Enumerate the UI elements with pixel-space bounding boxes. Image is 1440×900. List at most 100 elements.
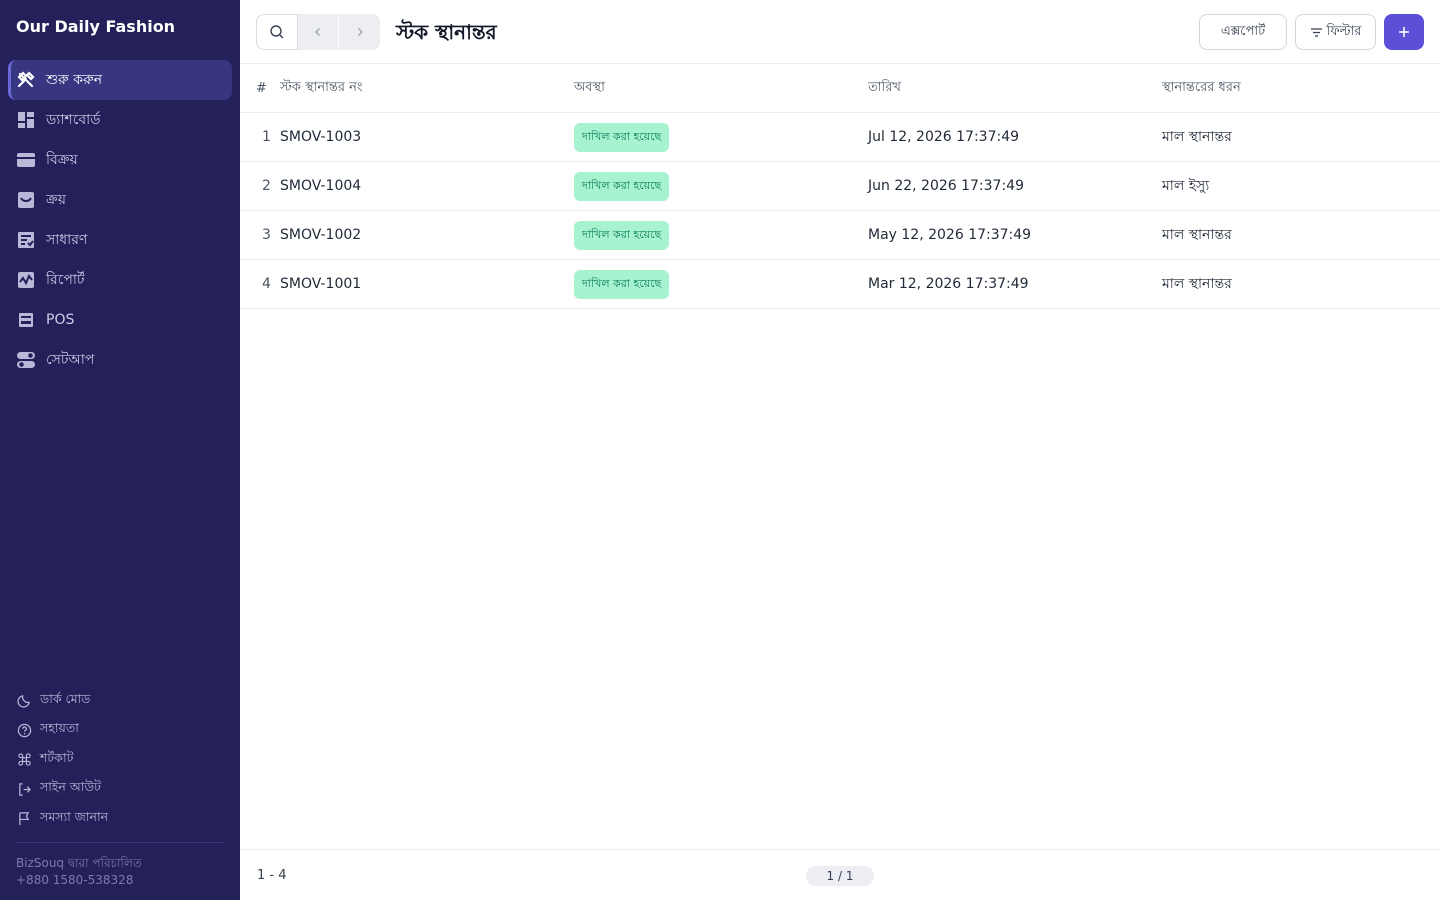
date: May 12, 2026 17:37:49 — [868, 227, 1032, 243]
row-range: 1 - 4 — [257, 868, 287, 883]
chart-icon — [16, 270, 36, 290]
plus-icon — [1399, 27, 1409, 37]
status-cell: দাখিল করা হয়েছে — [574, 113, 670, 161]
powered-by-text: BizSouq দ্বারা পরিচালিত — [16, 856, 142, 870]
row-index: 1 — [262, 129, 271, 145]
status-cell: দাখিল করা হয়েছে — [574, 260, 670, 308]
pagination[interactable]: 1 / 1 — [806, 866, 874, 886]
transfer-no: SMOV-1004 — [280, 178, 362, 194]
chevron-left-icon — [315, 28, 320, 36]
transfer-no: SMOV-1002 — [280, 227, 362, 243]
shortcuts-label: শর্টকাট — [40, 749, 74, 765]
forward-button[interactable] — [339, 14, 380, 50]
date: Jul 12, 2026 17:37:49 — [868, 129, 1020, 145]
sign-out-button[interactable]: সাইন আউট — [16, 775, 224, 805]
help-icon — [16, 722, 32, 738]
sidebar-item-label: ক্রয় — [46, 192, 66, 208]
transfer-type: মাল স্থানান্তর — [1162, 276, 1232, 292]
sidebar-divider — [16, 842, 224, 843]
sidebar-item-label: ড্যাশবোর্ড — [46, 112, 101, 128]
sidebar-item-setup[interactable]: সেটআপ — [8, 340, 232, 380]
status-cell: দাখিল করা হয়েছে — [574, 162, 670, 210]
tools-icon — [16, 70, 36, 90]
sidebar-item-get-started[interactable]: শুরু করুন — [8, 60, 232, 100]
table-row[interactable]: 1 SMOV-1003 দাখিল করা হয়েছে Jul 12, 202… — [240, 113, 1440, 162]
status-badge: দাখিল করা হয়েছে — [574, 171, 670, 201]
toggle-icon — [16, 350, 36, 370]
row-index: 2 — [262, 178, 271, 194]
sidebar-bottom-links: ডার্ক মোড সহায়তা শর্টকাট সাইন আউট সমস্য… — [16, 686, 224, 834]
help-label: সহায়তা — [40, 720, 79, 736]
sidebar-item-dashboard[interactable]: ড্যাশবোর্ড — [8, 100, 232, 140]
transfer-type: মাল স্থানান্তর — [1162, 129, 1232, 145]
table-header: # স্টক স্থানান্তর নং অবস্থা তারিখ স্থানা… — [240, 64, 1440, 113]
inbox-icon — [16, 190, 36, 210]
help-button[interactable]: সহায়তা — [16, 716, 224, 746]
row-index: 4 — [262, 276, 271, 292]
transfer-no: SMOV-1003 — [280, 129, 362, 145]
command-icon — [16, 752, 32, 768]
pos-icon — [16, 310, 36, 330]
sidebar-item-label: শুরু করুন — [46, 72, 103, 88]
sidebar-item-label: POS — [46, 312, 75, 328]
status-cell: দাখিল করা হয়েছে — [574, 211, 670, 259]
add-button[interactable] — [1384, 14, 1424, 50]
sidebar-item-sales[interactable]: বিক্রয় — [8, 140, 232, 180]
support-phone: +880 1580-538328 — [16, 873, 134, 887]
table-row[interactable]: 2 SMOV-1004 দাখিল করা হয়েছে Jun 22, 202… — [240, 162, 1440, 211]
status-badge: দাখিল করা হয়েছে — [574, 269, 670, 299]
card-icon — [16, 150, 36, 170]
sidebar-item-label: সাধারণ — [46, 232, 88, 248]
dark-mode-label: ডার্ক মোড — [40, 690, 91, 706]
status-badge: দাখিল করা হয়েছে — [574, 122, 670, 152]
flag-icon — [16, 811, 32, 827]
moon-icon — [16, 693, 32, 709]
search-button[interactable] — [256, 14, 298, 50]
main-content: স্টক স্থানান্তর এক্সপোর্ট ফিল্টার # স্টক… — [240, 0, 1440, 900]
top-bar: স্টক স্থানান্তর এক্সপোর্ট ফিল্টার — [240, 0, 1440, 64]
column-status[interactable]: অবস্থা — [574, 64, 605, 112]
filter-label: ফিল্টার — [1326, 23, 1362, 39]
transfer-no: SMOV-1001 — [280, 276, 362, 292]
brand-name: Our Daily Fashion — [16, 17, 176, 36]
ledger-icon — [16, 230, 36, 250]
sidebar-item-purchase[interactable]: ক্রয় — [8, 180, 232, 220]
column-transfer-type[interactable]: স্থানান্তরের ধরন — [1162, 64, 1241, 112]
chevron-right-icon — [357, 28, 363, 36]
sign-out-label: সাইন আউট — [40, 779, 101, 795]
column-date[interactable]: তারিখ — [868, 64, 901, 112]
back-button[interactable] — [298, 14, 339, 50]
dark-mode-button[interactable]: ডার্ক মোড — [16, 686, 224, 716]
powered-by: BizSouq দ্বারা পরিচালিত +880 1580-538328 — [16, 855, 142, 889]
shortcuts-button[interactable]: শর্টকাট — [16, 745, 224, 775]
table-row[interactable]: 4 SMOV-1001 দাখিল করা হয়েছে Mar 12, 202… — [240, 260, 1440, 309]
report-issue-button[interactable]: সমস্যা জানান — [16, 804, 224, 834]
sidebar: Our Daily Fashion শুরু করুন ড্যাশবোর্ড ব… — [0, 0, 240, 900]
table-footer: 1 - 4 1 / 1 — [240, 849, 1440, 900]
column-index: # — [256, 80, 267, 96]
sidebar-item-label: বিক্রয় — [46, 152, 78, 168]
sidebar-item-label: রিপোর্ট — [46, 272, 85, 288]
date: Mar 12, 2026 17:37:49 — [868, 276, 1029, 292]
row-index: 3 — [262, 227, 271, 243]
filter-icon — [1310, 27, 1322, 37]
sidebar-nav: শুরু করুন ড্যাশবোর্ড বিক্রয় ক্রয় সাধার… — [8, 60, 232, 380]
sidebar-item-pos[interactable]: POS — [8, 300, 232, 340]
transfer-type: মাল স্থানান্তর — [1162, 227, 1232, 243]
search-icon — [270, 25, 284, 39]
date: Jun 22, 2026 17:37:49 — [868, 178, 1024, 194]
stock-transfer-table: # স্টক স্থানান্তর নং অবস্থা তারিখ স্থানা… — [240, 64, 1440, 309]
sidebar-item-reports[interactable]: রিপোর্ট — [8, 260, 232, 300]
export-button[interactable]: এক্সপোর্ট — [1199, 14, 1287, 50]
dashboard-icon — [16, 110, 36, 130]
logout-icon — [16, 781, 32, 797]
transfer-type: মাল ইস্যু — [1162, 178, 1210, 194]
sidebar-item-general[interactable]: সাধারণ — [8, 220, 232, 260]
column-transfer-no[interactable]: স্টক স্থানান্তর নং — [280, 64, 363, 112]
filter-button[interactable]: ফিল্টার — [1295, 14, 1376, 50]
sidebar-item-label: সেটআপ — [46, 352, 95, 368]
page-title: স্টক স্থানান্তর — [396, 20, 497, 44]
report-issue-label: সমস্যা জানান — [40, 808, 109, 824]
table-row[interactable]: 3 SMOV-1002 দাখিল করা হয়েছে May 12, 202… — [240, 211, 1440, 260]
status-badge: দাখিল করা হয়েছে — [574, 220, 670, 250]
